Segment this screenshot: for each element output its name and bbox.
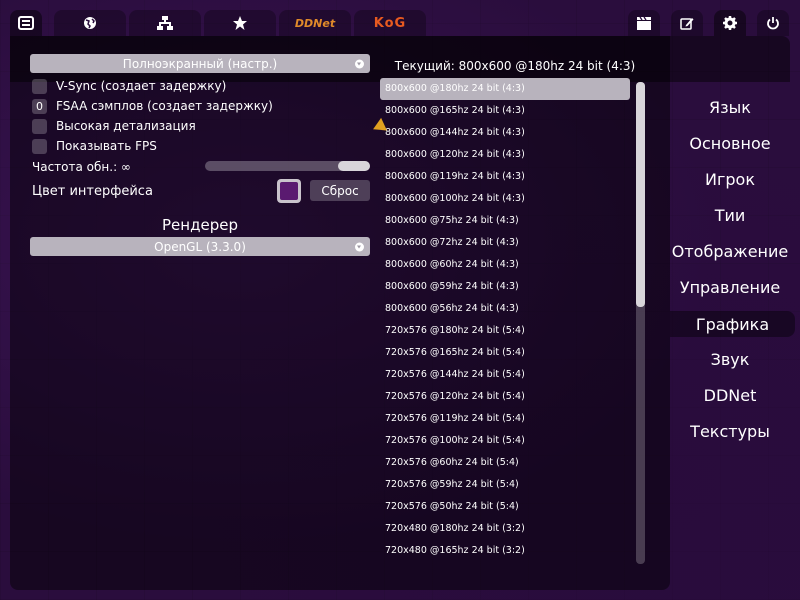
resolution-item[interactable]: 720x576 @119hz 24 bit (5:4) bbox=[380, 408, 630, 430]
renderer-dropdown[interactable]: OpenGL (3.3.0) bbox=[30, 237, 370, 256]
settings-nav-item[interactable]: DDNet bbox=[670, 382, 790, 408]
resolution-item[interactable]: 800x600 @165hz 24 bit (4:3) bbox=[380, 100, 630, 122]
color-preview bbox=[280, 182, 298, 200]
resolution-list: 800x600 @180hz 24 bit (4:3) 800x600 @165h… bbox=[380, 78, 630, 568]
tab-ddnet[interactable]: DDNet bbox=[279, 10, 351, 36]
fsaa-samples-input[interactable]: 0 bbox=[32, 99, 47, 114]
settings-nav-item[interactable]: Основное bbox=[670, 130, 790, 156]
tab-editor[interactable] bbox=[671, 10, 703, 36]
kog-logo: KoG bbox=[373, 15, 407, 31]
display-mode-dropdown[interactable]: Полноэкранный (настр.) bbox=[30, 54, 370, 73]
resolution-item[interactable]: 720x576 @165hz 24 bit (5:4) bbox=[380, 342, 630, 364]
ui-color-swatch[interactable] bbox=[277, 179, 301, 203]
resolution-item[interactable]: 800x600 @100hz 24 bit (4:3) bbox=[380, 188, 630, 210]
tab-lan[interactable] bbox=[129, 10, 201, 36]
clapperboard-icon bbox=[637, 16, 651, 30]
tab-internet[interactable] bbox=[54, 10, 126, 36]
tab-favorites[interactable] bbox=[204, 10, 276, 36]
refresh-rate-slider[interactable] bbox=[205, 161, 370, 171]
display-mode-value: Полноэкранный (настр.) bbox=[122, 56, 278, 71]
resolution-item[interactable]: 720x576 @60hz 24 bit (5:4) bbox=[380, 452, 630, 474]
vsync-label: V-Sync (создает задержку) bbox=[56, 79, 227, 93]
resolution-item[interactable]: 720x576 @59hz 24 bit (5:4) bbox=[380, 474, 630, 496]
settings-nav-item[interactable]: Звук bbox=[670, 346, 790, 372]
resolution-item[interactable]: 800x600 @59hz 24 bit (4:3) bbox=[380, 276, 630, 298]
gear-icon bbox=[723, 16, 737, 30]
vsync-checkbox[interactable] bbox=[32, 79, 47, 94]
resolution-item[interactable]: 800x600 @72hz 24 bit (4:3) bbox=[380, 232, 630, 254]
high-detail-label: Высокая детализация bbox=[56, 119, 196, 133]
resolution-item[interactable]: 800x600 @119hz 24 bit (4:3) bbox=[380, 166, 630, 188]
settings-nav-item[interactable]: Управление bbox=[670, 274, 790, 300]
chevron-down-icon bbox=[355, 59, 364, 68]
ui-color-label: Цвет интерфейса bbox=[32, 184, 153, 199]
tab-quit[interactable] bbox=[757, 10, 789, 36]
resolution-scrollbar[interactable] bbox=[636, 82, 645, 564]
resolution-item[interactable]: 720x576 @50hz 24 bit (5:4) bbox=[380, 496, 630, 518]
resolution-item[interactable]: 720x576 @100hz 24 bit (5:4) bbox=[380, 430, 630, 452]
show-fps-label: Показывать FPS bbox=[56, 139, 157, 153]
settings-nav-item[interactable]: Графика bbox=[670, 311, 795, 337]
slider-handle[interactable] bbox=[338, 161, 370, 171]
settings-nav-item[interactable]: Язык bbox=[670, 94, 790, 120]
show-fps-checkbox[interactable] bbox=[32, 139, 47, 154]
tab-settings[interactable] bbox=[714, 10, 746, 36]
network-icon bbox=[157, 16, 173, 30]
current-resolution: Текущий: 800x600 @180hz 24 bit (4:3) bbox=[394, 59, 636, 73]
resolution-item[interactable]: 800x600 @60hz 24 bit (4:3) bbox=[380, 254, 630, 276]
tab-news[interactable] bbox=[10, 10, 42, 36]
settings-nav-item[interactable]: Текстуры bbox=[670, 418, 790, 444]
star-icon bbox=[233, 16, 247, 30]
newspaper-icon bbox=[18, 16, 34, 30]
resolution-item[interactable]: 800x600 @144hz 24 bit (4:3) bbox=[380, 122, 630, 144]
scrollbar-thumb[interactable] bbox=[636, 82, 645, 307]
renderer-value: OpenGL (3.3.0) bbox=[154, 239, 246, 254]
power-icon bbox=[766, 16, 780, 30]
settings-nav-item[interactable]: Отображение bbox=[670, 238, 790, 264]
resolution-item[interactable]: 800x600 @120hz 24 bit (4:3) bbox=[380, 144, 630, 166]
settings-nav-item[interactable]: Тии bbox=[670, 202, 790, 228]
globe-icon bbox=[83, 16, 97, 30]
resolution-item[interactable]: 720x576 @180hz 24 bit (5:4) bbox=[380, 320, 630, 342]
reset-color-button[interactable]: Сброс bbox=[310, 180, 370, 201]
resolution-item[interactable]: 800x600 @180hz 24 bit (4:3) bbox=[380, 78, 630, 100]
tab-kog[interactable]: KoG bbox=[354, 10, 426, 36]
resolution-item[interactable]: 720x576 @144hz 24 bit (5:4) bbox=[380, 364, 630, 386]
resolution-item[interactable]: 800x600 @75hz 24 bit (4:3) bbox=[380, 210, 630, 232]
high-detail-checkbox[interactable] bbox=[32, 119, 47, 134]
refresh-rate-label: Частота обн.: ∞ bbox=[32, 160, 131, 174]
edit-icon bbox=[680, 16, 694, 30]
ddnet-logo: DDNet bbox=[294, 16, 336, 30]
fsaa-label: FSAA сэмплов (создает задержку) bbox=[56, 99, 273, 113]
resolution-item[interactable]: 720x480 @165hz 24 bit (3:2) bbox=[380, 540, 630, 562]
tab-demos[interactable] bbox=[628, 10, 660, 36]
resolution-item[interactable]: 720x480 @180hz 24 bit (3:2) bbox=[380, 518, 630, 540]
settings-nav-item[interactable]: Игрок bbox=[670, 166, 790, 192]
chevron-down-icon bbox=[355, 242, 364, 251]
renderer-heading: Рендерер bbox=[162, 216, 238, 234]
resolution-item[interactable]: 720x576 @120hz 24 bit (5:4) bbox=[380, 386, 630, 408]
resolution-item[interactable]: 800x600 @56hz 24 bit (4:3) bbox=[380, 298, 630, 320]
